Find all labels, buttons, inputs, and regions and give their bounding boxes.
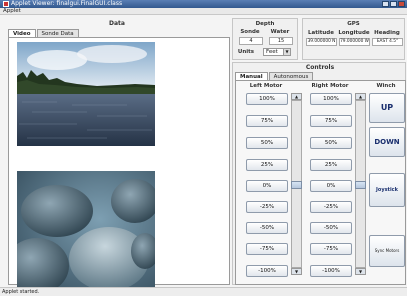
controls-title: Controls [305,64,335,71]
manual-controls-frame: Left Motor Right Motor Winch 100% 75% 50… [235,80,406,285]
data-tabs: Video Sonde Data [8,29,80,37]
left-motor-label: Left Motor [249,83,283,89]
menu-bar: Applet [0,8,407,15]
left-slider-up-arrow[interactable]: ▲ [291,93,302,100]
data-panel: Data Video Sonde Data [4,18,230,291]
gps-panel: GPS Latitude Longitude Heading 39.000000… [302,18,405,60]
left-motor-minus100-button[interactable]: -100% [246,265,288,277]
right-motor-minus100-button[interactable]: -100% [310,265,352,277]
close-icon[interactable] [398,1,405,7]
latitude-value: 39.000000 N [306,38,337,46]
heading-label: Heading [374,30,400,36]
right-motor-minus50-button[interactable]: -50% [310,222,352,234]
left-motor-minus50-button[interactable]: -50% [246,222,288,234]
right-motor-25-button[interactable]: 25% [310,159,352,171]
units-selected-value: Feet [266,49,278,55]
left-slider-down-arrow[interactable]: ▼ [291,268,302,275]
status-bar: Applet started. [0,287,407,296]
java-app-icon [3,1,9,7]
left-motor-minus25-button[interactable]: -25% [246,201,288,213]
tab-manual[interactable]: Manual [235,72,268,80]
underwater-camera-image [17,171,155,291]
window-titlebar: Applet Viewer: finalgui.FinalGUI.class [0,0,407,8]
chevron-down-icon[interactable]: ▼ [283,49,290,55]
right-motor-slider[interactable] [355,100,366,268]
winch-label: Winch [376,83,396,89]
left-motor-0-button[interactable]: 0% [246,180,288,192]
window-controls [382,1,405,7]
maximize-icon[interactable] [390,1,397,7]
winch-up-button[interactable]: UP [369,93,405,123]
depth-panel: Depth Sonde Water 4 15 Units Feet ▼ [232,18,298,60]
right-slider-thumb[interactable] [355,181,366,189]
minimize-icon[interactable] [382,1,389,7]
right-motor-minus25-button[interactable]: -25% [310,201,352,213]
winch-down-button[interactable]: DOWN [369,127,405,157]
latitude-label: Latitude [308,30,334,36]
units-select[interactable]: Feet ▼ [263,48,291,56]
tab-sonde-data[interactable]: Sonde Data [36,29,79,37]
controls-panel: Controls Manual Autonomous Left Motor Ri… [232,62,406,285]
units-label: Units [237,49,255,55]
joystick-button[interactable]: Joystick [369,173,405,207]
left-slider-thumb[interactable] [291,181,302,189]
depth-title: Depth [255,21,275,27]
right-motor-75-button[interactable]: 75% [310,115,352,127]
left-motor-minus75-button[interactable]: -75% [246,243,288,255]
status-text: Applet started. [2,289,40,295]
left-motor-100-button[interactable]: 100% [246,93,288,105]
left-motor-75-button[interactable]: 75% [246,115,288,127]
heading-value: EAST 4.5° [372,38,403,46]
gps-title: GPS [347,21,360,27]
right-motor-0-button[interactable]: 0% [310,180,352,192]
water-label: Water [270,29,290,35]
menu-applet[interactable]: Applet [3,8,21,14]
tab-video[interactable]: Video [8,29,36,37]
water-depth-value: 15 [269,37,293,45]
lake-camera-image [17,42,155,146]
right-motor-100-button[interactable]: 100% [310,93,352,105]
window-title: Applet Viewer: finalgui.FinalGUI.class [11,0,123,7]
right-motor-label: Right Motor [311,83,349,89]
sonde-label: Sonde [240,29,260,35]
sonde-depth-value: 4 [239,37,263,45]
tab-autonomous[interactable]: Autonomous [268,72,314,80]
sync-motors-button[interactable]: Sync Motors [369,235,405,267]
left-motor-25-button[interactable]: 25% [246,159,288,171]
left-motor-50-button[interactable]: 50% [246,137,288,149]
controls-tabs: Manual Autonomous [235,72,314,80]
video-frame [8,37,230,291]
right-slider-up-arrow[interactable]: ▲ [355,93,366,100]
left-motor-slider[interactable] [291,100,302,268]
longitude-value: 79.000000 W [339,38,370,46]
right-slider-down-arrow[interactable]: ▼ [355,268,366,275]
longitude-label: Longitude [338,30,370,36]
right-motor-minus75-button[interactable]: -75% [310,243,352,255]
right-motor-50-button[interactable]: 50% [310,137,352,149]
data-panel-title: Data [109,20,125,27]
